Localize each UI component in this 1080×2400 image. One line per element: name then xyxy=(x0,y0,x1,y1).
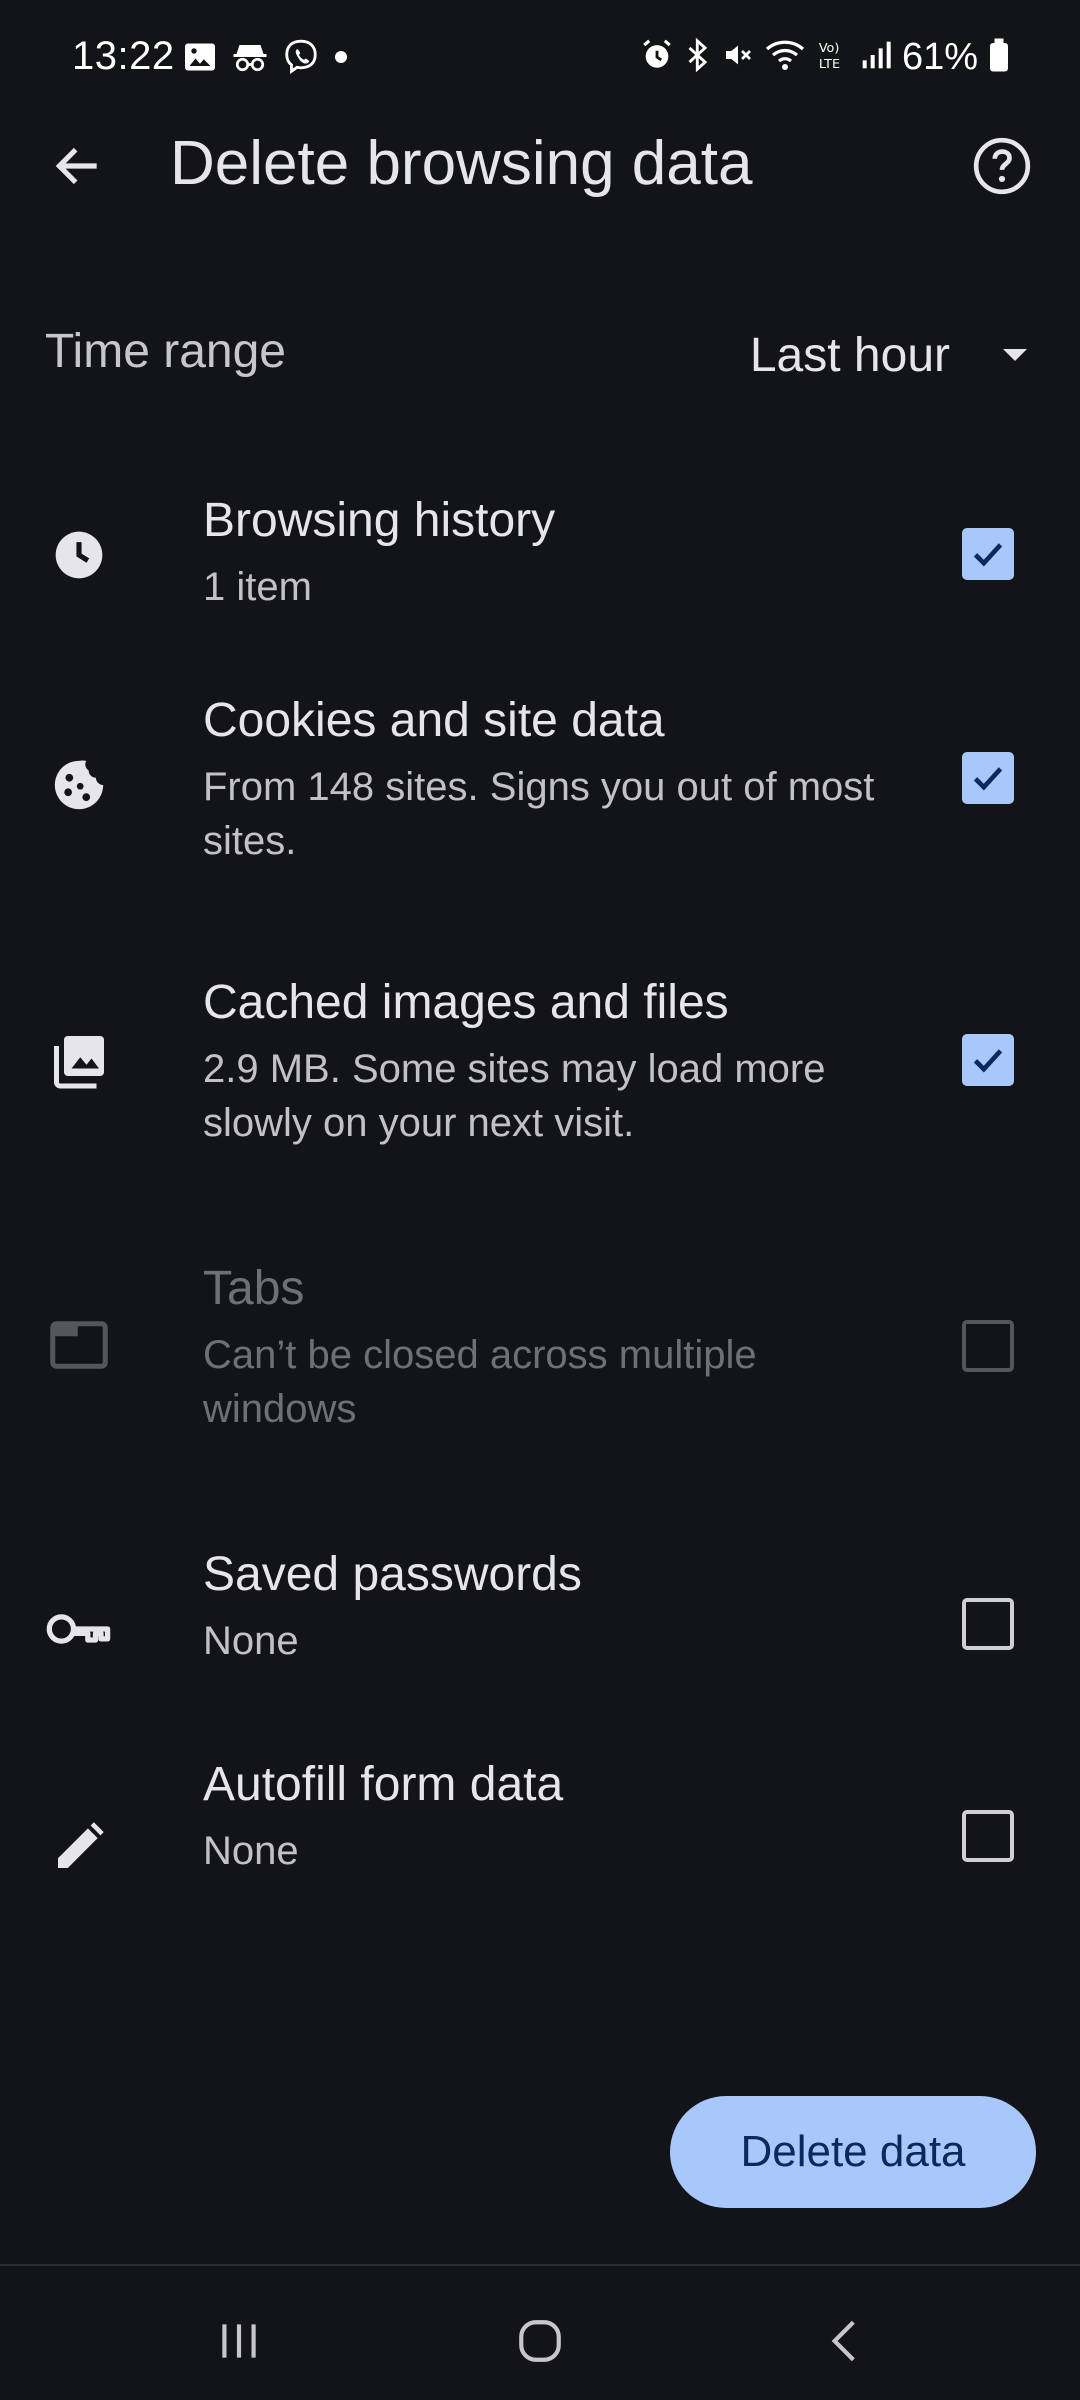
option-description: From 148 sites. Signs you out of most si… xyxy=(203,764,875,863)
cookies-checkbox[interactable] xyxy=(962,752,1014,804)
saved-passwords-checkbox[interactable] xyxy=(962,1598,1014,1650)
delete-data-button[interactable]: Delete data xyxy=(670,2096,1036,2208)
cached-images-checkbox[interactable] xyxy=(962,1034,1014,1086)
option-description: Can’t be closed across multiple windows xyxy=(203,1332,757,1431)
option-title: Saved passwords xyxy=(203,1548,582,1601)
gallery-icon xyxy=(182,39,218,80)
option-cached-images[interactable]: Cached images and files 2.9 MB. Some sit… xyxy=(0,954,1080,1240)
tab-icon xyxy=(44,1310,114,1380)
nav-back-icon xyxy=(831,2320,855,2362)
option-description: None xyxy=(203,1618,299,1663)
time-range-label: Time range xyxy=(45,325,286,378)
svg-text:LTE: LTE xyxy=(819,57,840,72)
dropdown-arrow-icon xyxy=(1003,349,1027,361)
signal-icon xyxy=(860,39,892,76)
checkmark-icon xyxy=(973,767,1003,791)
time-range-row: Time range Last hour xyxy=(0,300,1080,410)
option-title: Browsing history xyxy=(203,494,556,547)
option-cookies[interactable]: Cookies and site data From 148 sites. Si… xyxy=(0,670,1080,954)
nav-back-button[interactable] xyxy=(790,2286,900,2396)
option-title: Autofill form data xyxy=(203,1758,564,1811)
option-title: Cookies and site data xyxy=(203,694,665,747)
option-autofill[interactable]: Autofill form data None xyxy=(0,1756,1080,1986)
system-nav-bar xyxy=(0,2266,1080,2400)
battery-icon xyxy=(988,37,1010,78)
home-button[interactable] xyxy=(485,2286,595,2396)
viber-icon xyxy=(282,38,320,81)
battery-percent: 61% xyxy=(901,36,978,78)
option-tabs: Tabs Can’t be closed across multiple win… xyxy=(0,1240,1080,1526)
back-arrow-icon xyxy=(55,147,97,185)
pencil-icon xyxy=(44,1812,114,1882)
status-bar: 13:22 Vo) LTE 61% xyxy=(0,0,1080,120)
option-title: Cached images and files xyxy=(203,976,729,1029)
status-left-icons xyxy=(182,38,350,81)
cookie-icon xyxy=(44,750,114,820)
time-range-value: Last hour xyxy=(749,328,950,382)
back-button[interactable] xyxy=(40,128,116,204)
dot-icon xyxy=(332,39,350,80)
option-saved-passwords[interactable]: Saved passwords None xyxy=(0,1526,1080,1756)
alarm-icon xyxy=(640,38,674,77)
clock-icon xyxy=(44,520,114,590)
option-description: 1 item xyxy=(203,564,312,609)
option-description: 2.9 MB. Some sites may load more slowly … xyxy=(203,1046,826,1145)
help-icon xyxy=(973,137,1031,195)
incognito-icon xyxy=(230,39,270,80)
app-bar: Delete browsing data xyxy=(0,110,1080,220)
wifi-icon xyxy=(764,38,806,77)
mute-icon xyxy=(722,38,754,77)
status-time: 13:22 xyxy=(72,34,175,78)
images-icon xyxy=(44,1026,114,1096)
data-type-list: Browsing history 1 item Cookies and site… xyxy=(0,470,1080,1986)
checkmark-icon xyxy=(973,1049,1003,1073)
volte-icon: Vo) LTE xyxy=(816,38,850,77)
help-button[interactable] xyxy=(964,128,1040,204)
checkmark-icon xyxy=(973,543,1003,567)
recents-icon xyxy=(222,2324,256,2358)
time-range-dropdown[interactable]: Last hour xyxy=(740,310,1040,400)
option-browsing-history[interactable]: Browsing history 1 item xyxy=(0,470,1080,670)
tabs-checkbox xyxy=(962,1320,1014,1372)
recents-button[interactable] xyxy=(184,2286,294,2396)
option-description: None xyxy=(203,1828,299,1873)
svg-text:Vo): Vo) xyxy=(819,41,840,56)
status-right-icons: Vo) LTE 61% xyxy=(640,36,1010,79)
bluetooth-icon xyxy=(684,37,712,77)
autofill-checkbox[interactable] xyxy=(962,1810,1014,1862)
key-icon xyxy=(44,1594,114,1664)
home-icon xyxy=(519,2320,561,2362)
browsing-history-checkbox[interactable] xyxy=(962,528,1014,580)
option-title: Tabs xyxy=(203,1262,305,1315)
page-title: Delete browsing data xyxy=(170,129,753,198)
